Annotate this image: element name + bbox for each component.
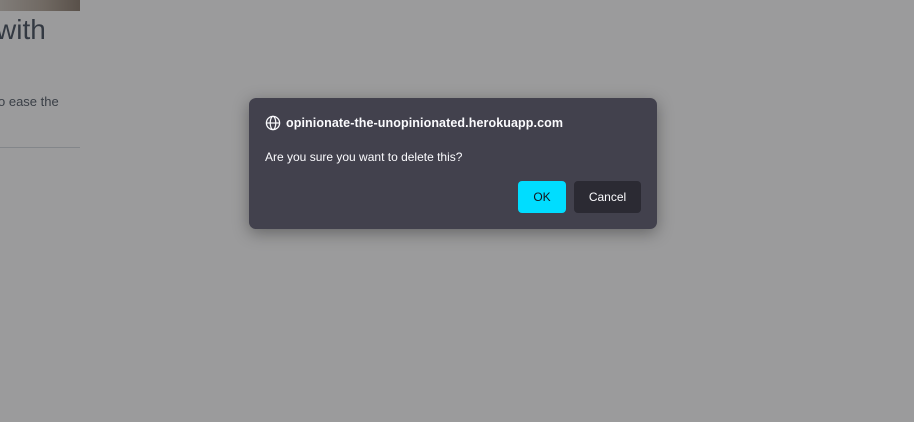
ok-button[interactable]: OK	[518, 181, 566, 213]
browser-viewport: with o ease the opinionate-the-unopinion…	[0, 0, 914, 422]
dialog-header: opinionate-the-unopinionated.herokuapp.c…	[265, 114, 563, 132]
confirm-dialog: opinionate-the-unopinionated.herokuapp.c…	[249, 98, 657, 229]
dialog-message: Are you sure you want to delete this?	[265, 150, 463, 164]
globe-icon	[265, 115, 281, 131]
dialog-origin: opinionate-the-unopinionated.herokuapp.c…	[286, 116, 564, 130]
cancel-button[interactable]: Cancel	[574, 181, 641, 213]
